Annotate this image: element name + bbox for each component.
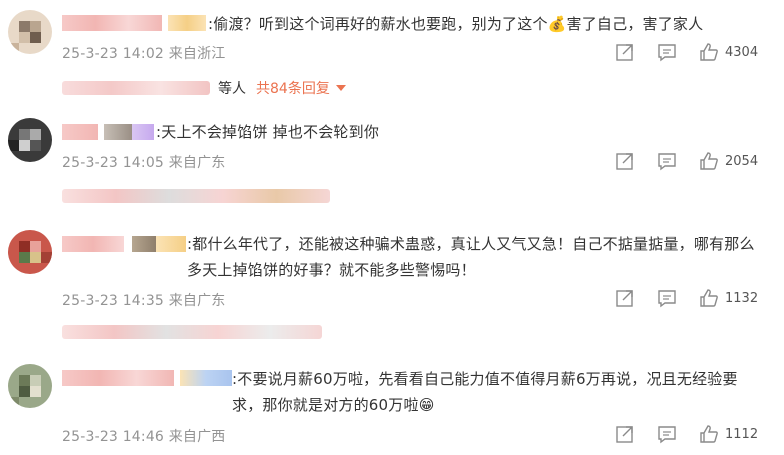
comment-text: :天上不会掉馅饼 掉也不会轮到你 xyxy=(156,123,380,141)
comment-location: 来自广东 xyxy=(168,293,226,309)
comment-actions: 2054 xyxy=(615,151,758,171)
comment-icon[interactable] xyxy=(657,424,677,444)
share-icon[interactable] xyxy=(615,42,635,62)
comment-date: 25-3-23 14:02 xyxy=(62,46,165,62)
like-count: 2054 xyxy=(725,153,759,169)
like-icon[interactable] xyxy=(699,42,719,62)
comment-text: :偷渡？听到这个词再好的薪水也要跑，别为了这个💰害了自己，害了家人 xyxy=(208,15,704,33)
like-count: 1132 xyxy=(725,290,759,306)
like-icon[interactable] xyxy=(699,424,719,444)
reply-preview-blurred xyxy=(62,189,330,203)
comment-location: 来自浙江 xyxy=(168,46,226,62)
comment-location: 来自广西 xyxy=(168,429,226,445)
username-blurred[interactable] xyxy=(62,236,186,252)
share-icon[interactable] xyxy=(615,288,635,308)
replies-preview-blurred[interactable] xyxy=(62,184,330,208)
like-icon[interactable] xyxy=(699,151,719,171)
share-icon[interactable] xyxy=(615,151,635,171)
comment-text: :不要说月薪60万啦，先看看自己能力值不值得月薪6万再说，况且无经验要求，那你就… xyxy=(232,370,738,414)
username-blurred[interactable] xyxy=(62,124,154,140)
comment-meta: 25-3-23 14:05 来自广东 xyxy=(62,152,226,172)
comment-meta: 25-3-23 14:35 来自广东 xyxy=(62,290,226,310)
avatar[interactable] xyxy=(8,364,52,408)
like-count: 4304 xyxy=(725,44,759,60)
replies-summary[interactable]: 等人 共84条回复 xyxy=(62,76,346,100)
comment-actions: 1132 xyxy=(615,288,758,308)
comment-icon[interactable] xyxy=(657,42,677,62)
comment-date: 25-3-23 14:05 xyxy=(62,155,165,171)
comment-date: 25-3-23 14:46 xyxy=(62,429,165,445)
reply-preview-blurred xyxy=(62,325,322,339)
comment-actions: 4304 xyxy=(615,42,758,62)
view-replies-link[interactable]: 共84条回复 xyxy=(256,78,330,98)
comment-meta: 25-3-23 14:02 来自浙江 xyxy=(62,43,226,63)
comment-icon[interactable] xyxy=(657,151,677,171)
username-blurred[interactable] xyxy=(62,370,232,386)
chevron-down-icon xyxy=(335,85,346,91)
like-icon[interactable] xyxy=(699,288,719,308)
username-blurred[interactable] xyxy=(62,15,206,31)
comment-location: 来自广东 xyxy=(168,155,226,171)
like-count: 1112 xyxy=(725,426,759,442)
replies-preview-blurred[interactable] xyxy=(62,320,322,344)
avatar[interactable] xyxy=(8,10,52,54)
comment-meta: 25-3-23 14:46 来自广西 xyxy=(62,426,226,446)
comment-icon[interactable] xyxy=(657,288,677,308)
reply-users-blurred xyxy=(62,81,210,95)
replies-suffix: 等人 xyxy=(218,81,246,97)
comment-actions: 1112 xyxy=(615,424,758,444)
share-icon[interactable] xyxy=(615,424,635,444)
avatar[interactable] xyxy=(8,230,52,274)
avatar[interactable] xyxy=(8,118,52,162)
comment-date: 25-3-23 14:35 xyxy=(62,293,165,309)
comment-text: :都什么年代了，还能被这种骗术蛊惑，真让人又气又急！自己不掂量掂量，哪有那么多天… xyxy=(187,235,755,279)
